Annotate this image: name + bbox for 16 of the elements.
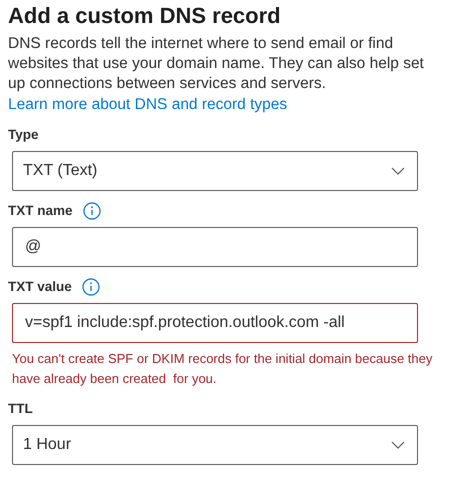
field-label: TXT name	[8, 202, 73, 220]
info-icon[interactable]	[82, 202, 101, 220]
page-title: Add a custom DNS record	[8, 2, 282, 30]
info-icon[interactable]	[82, 278, 100, 296]
learn-more-link[interactable]: Learn more about DNS and record types	[8, 95, 288, 115]
field-label: Type	[8, 126, 39, 144]
input-field[interactable]: v=spf1 include:spf.protection.outlook.com -all	[12, 303, 418, 343]
field-label: TTL	[8, 400, 33, 418]
dropdown[interactable]: 1 Hour	[12, 425, 418, 465]
description-text: DNS records tell the internet where to send email or find websites that use your domain name. They can also help set up connections between services and servers.	[8, 34, 425, 94]
field-label: TXT value	[8, 278, 72, 296]
dropdown[interactable]: TXT (Text)	[12, 151, 418, 191]
chevron-down-icon	[391, 167, 405, 175]
chevron-down-icon	[391, 441, 405, 449]
error-message: You can't create SPF or DKIM records for the initial domain because they have already been created for you.	[12, 350, 434, 388]
input-field[interactable]: @	[12, 227, 418, 267]
